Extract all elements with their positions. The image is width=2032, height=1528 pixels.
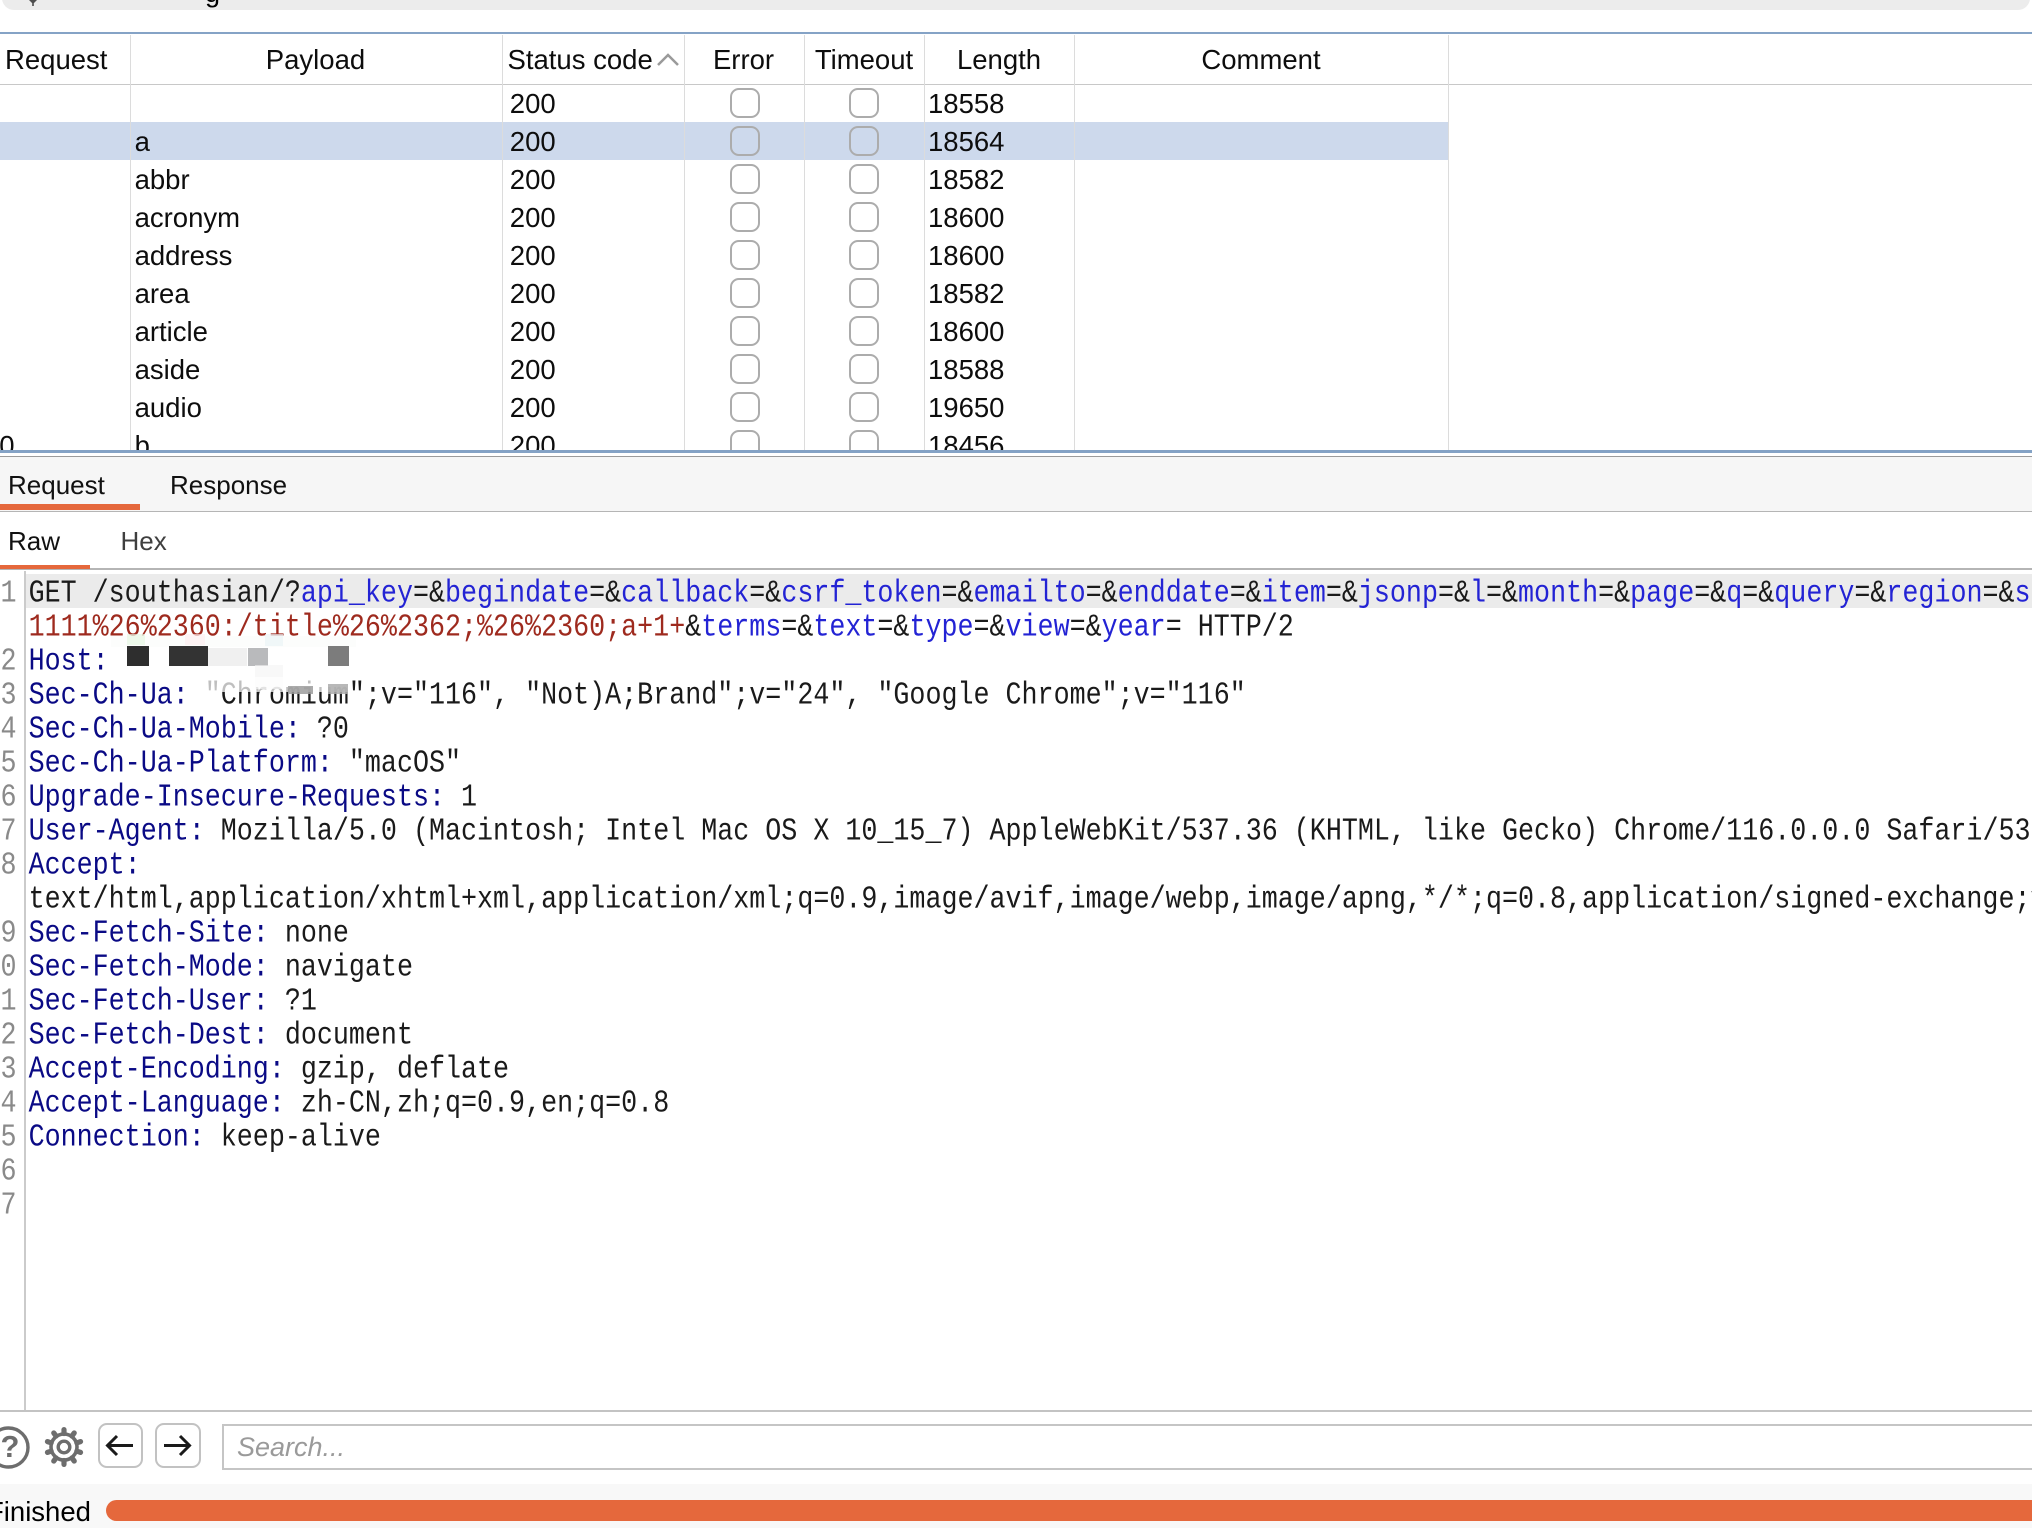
svg-text:?: ? (1, 1429, 20, 1464)
